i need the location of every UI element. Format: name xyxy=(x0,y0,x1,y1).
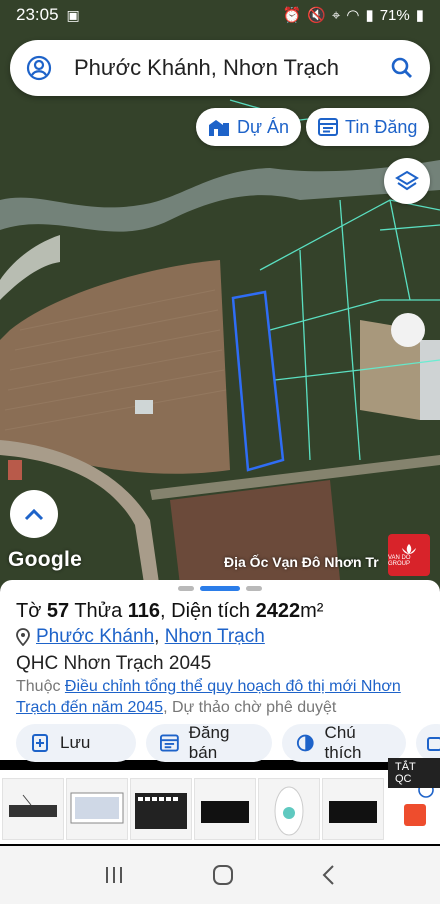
note-suffix: , Dự thảo chờ phê duyệt xyxy=(163,699,337,716)
battery-product-icon xyxy=(9,794,57,817)
signal-icon: ▮ xyxy=(365,7,374,24)
alarm-icon: ⏰ xyxy=(282,7,302,24)
legend-label: Chú thích xyxy=(324,723,362,762)
projects-button[interactable]: Dự Án xyxy=(196,108,302,146)
battery-icon: ▮ xyxy=(415,7,424,24)
parcel-title: Tờ 57 Thửa 116, Diện tích 2422m² xyxy=(16,600,323,623)
area-unit: m² xyxy=(300,600,324,622)
wifi-icon: ◠ xyxy=(346,7,360,24)
projects-label: Dự Án xyxy=(237,116,290,137)
decal-product-icon xyxy=(201,801,249,823)
screen-product-icon xyxy=(70,792,124,824)
ward-link[interactable]: Phước Khánh xyxy=(36,626,154,647)
ad-logo[interactable]: VAN DO GROUP xyxy=(388,534,430,576)
plan-code: QHC Nhơn Trạch 2045 xyxy=(16,653,212,674)
mouse-product-icon xyxy=(274,786,304,836)
parcel-info-sheet[interactable]: Tờ 57 Thửa 116, Diện tích 2422m² Phước K… xyxy=(0,580,440,762)
location-separator: , xyxy=(154,626,165,647)
keyboard-product-icon xyxy=(135,793,187,829)
post-sale-button[interactable]: Đăng bán xyxy=(146,723,272,762)
bookmark-add-icon xyxy=(32,734,48,752)
note-prefix: Thuộc xyxy=(16,678,65,695)
listing-icon xyxy=(318,118,338,136)
sheet-handle[interactable] xyxy=(200,586,240,591)
save-label: Lưu xyxy=(60,733,91,752)
status-time: 23:05 xyxy=(16,5,59,24)
sheet-number: 57 xyxy=(46,600,70,622)
plan-note: Thuộc Điều chỉnh tổng thể quy hoạch đô t… xyxy=(16,676,428,718)
sheet-handle-dot[interactable] xyxy=(178,586,194,591)
sheet-handle-dot[interactable] xyxy=(246,586,262,591)
system-nav-bar xyxy=(0,846,440,904)
ad-product-mouse[interactable] xyxy=(258,778,320,840)
contrast-icon xyxy=(296,734,314,752)
back-icon[interactable] xyxy=(321,864,337,886)
add-photo-icon xyxy=(427,737,440,751)
plot-number: 116 xyxy=(127,600,161,622)
google-attribution: Google xyxy=(8,548,83,571)
ad-product-decal[interactable] xyxy=(194,778,256,840)
ad-label[interactable]: Địa Ốc Vạn Đô Nhơn Tr xyxy=(224,554,379,570)
district-link[interactable]: Nhơn Trạch xyxy=(165,626,265,647)
legend-button[interactable]: Chú thích xyxy=(282,723,406,762)
listings-label: Tin Đăng xyxy=(345,116,418,137)
home-icon[interactable] xyxy=(212,864,234,886)
ads-strip[interactable] xyxy=(0,770,440,844)
account-icon[interactable] xyxy=(26,55,52,81)
decal-product-icon xyxy=(329,801,377,823)
map-view[interactable]: 23:05 ▣ ⏰ 🔇 ⌖ ◠ ▮ 71% ▮ Phước Khánh, Nhơ… xyxy=(0,0,440,590)
location-icon: ⌖ xyxy=(331,6,341,24)
title-prefix: Tờ xyxy=(16,600,47,622)
chevron-up-icon xyxy=(24,508,44,521)
expand-sheet-button[interactable] xyxy=(10,490,58,538)
listings-button[interactable]: Tin Đăng xyxy=(306,108,430,146)
ad-product-battery[interactable] xyxy=(2,778,64,840)
layers-button[interactable] xyxy=(384,158,430,204)
pin-icon xyxy=(16,628,30,646)
search-icon[interactable] xyxy=(390,56,414,80)
map-scroll-handle[interactable] xyxy=(391,313,425,347)
layers-icon xyxy=(395,170,419,191)
listing-icon xyxy=(160,734,179,752)
battery-level: 71% xyxy=(379,6,410,24)
ad-product-screen[interactable] xyxy=(66,778,128,840)
recent-apps-icon[interactable] xyxy=(103,865,125,885)
building-icon xyxy=(209,120,229,136)
area-value: 2422 xyxy=(255,600,301,622)
gallery-icon: ▣ xyxy=(66,6,80,23)
save-button[interactable]: Lưu xyxy=(16,724,136,762)
ad-product-decal-2[interactable] xyxy=(322,778,384,840)
more-actions-button[interactable] xyxy=(416,724,440,762)
close-ads-button[interactable]: TẮT QC xyxy=(388,758,440,788)
area-label: , Diện tích xyxy=(160,600,256,622)
search-bar[interactable]: Phước Khánh, Nhơn Trạch xyxy=(10,40,430,96)
post-sale-label: Đăng bán xyxy=(188,723,230,762)
ad-logo-text: VAN DO GROUP xyxy=(388,555,411,567)
search-query[interactable]: Phước Khánh, Nhơn Trạch xyxy=(74,55,390,81)
parcel-location: Phước Khánh, Nhơn Trạch xyxy=(16,626,265,648)
mute-icon: 🔇 xyxy=(307,7,326,24)
status-bar: 23:05 ▣ ⏰ 🔇 ⌖ ◠ ▮ 71% ▮ xyxy=(0,0,440,30)
lotus-icon xyxy=(402,544,416,554)
plot-label: Thửa xyxy=(69,600,128,622)
ad-product-keyboard[interactable] xyxy=(130,778,192,840)
